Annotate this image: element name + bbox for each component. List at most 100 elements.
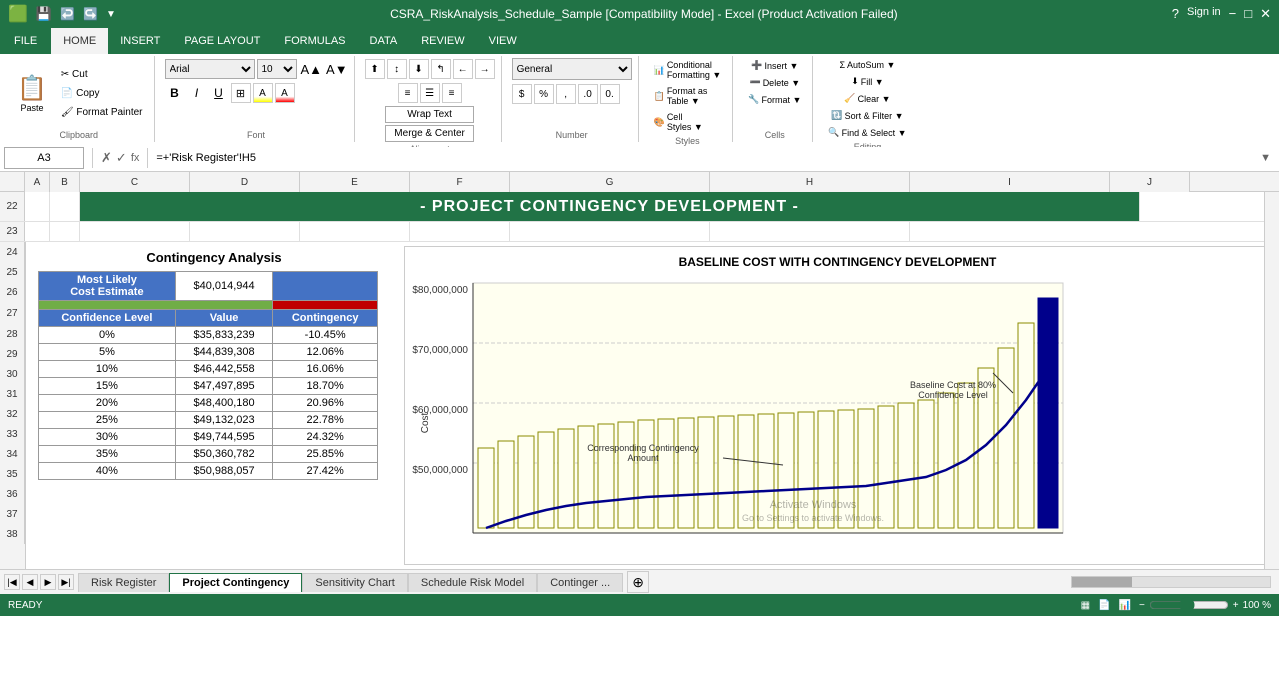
sheet-tab-schedule-risk-model[interactable]: Schedule Risk Model [408,573,537,592]
percent-format-button[interactable]: % [534,84,554,104]
number-format-select[interactable]: General [512,58,632,80]
cut-button[interactable]: ✂ Cut [56,66,148,83]
table-row-25pct[interactable]: 25% $49,132,023 22.78% [39,412,378,429]
zoom-out-button[interactable]: − [1139,600,1145,611]
col-header-g[interactable]: G [510,172,710,192]
tab-first-button[interactable]: |◀ [4,574,20,590]
table-row-40pct[interactable]: 40% $50,988,057 27.42% [39,463,378,480]
indent-increase-button[interactable]: → [475,59,495,79]
cell-d23[interactable] [190,222,300,241]
horizontal-scroll-track[interactable] [1071,576,1271,588]
col-header-e[interactable]: E [300,172,410,192]
view-layout-button[interactable]: 📄 [1098,600,1110,611]
cell-b22[interactable] [50,192,80,221]
increase-decimal-button[interactable]: .0 [578,84,598,104]
bold-button[interactable]: B [165,83,185,103]
font-name-select[interactable]: Arial [165,59,255,79]
tab-insert[interactable]: INSERT [108,28,172,54]
fill-button[interactable]: ⬇ Fill ▼ [846,74,888,89]
merge-center-button[interactable]: Merge & Center [385,125,474,142]
indent-decrease-button[interactable]: ← [453,59,473,79]
view-preview-button[interactable]: 📊 [1119,600,1131,611]
col-header-j[interactable]: J [1110,172,1190,192]
autosum-button[interactable]: Σ AutoSum ▼ [834,58,900,72]
font-size-select[interactable]: 10 [257,59,297,79]
align-right-button[interactable]: ≡ [442,83,462,103]
tab-prev-button[interactable]: ◀ [22,574,38,590]
delete-cells-button[interactable]: ➖ Delete ▼ [744,75,805,90]
align-center-button[interactable]: ☰ [420,83,440,103]
tab-last-button[interactable]: ▶| [58,574,74,590]
cell-reference-box[interactable] [4,147,84,169]
zoom-slider[interactable] [1149,600,1229,610]
col-header-d[interactable]: D [190,172,300,192]
most-likely-value[interactable]: $40,014,944 [175,272,273,301]
cell-g23[interactable] [510,222,710,241]
align-top-button[interactable]: ⬆ [365,59,385,79]
italic-button[interactable]: I [187,83,207,103]
copy-button[interactable]: 📄 Copy [56,85,148,102]
col-header-a[interactable]: A [25,172,50,192]
tab-formulas[interactable]: FORMULAS [272,28,357,54]
conditional-formatting-button[interactable]: 📊 ConditionalFormatting ▼ [649,58,727,82]
font-color-button[interactable]: A [275,83,295,103]
cell-e23[interactable] [300,222,410,241]
sign-in-button[interactable]: Sign in [1187,6,1221,22]
cell-a22[interactable] [25,192,50,221]
decrease-font-size-button[interactable]: A▼ [326,62,348,77]
col-header-b[interactable]: B [50,172,80,192]
find-select-button[interactable]: 🔍 Find & Select ▼ [823,125,911,140]
cell-h23[interactable] [710,222,910,241]
align-bottom-button[interactable]: ⬇ [409,59,429,79]
table-row-0pct[interactable]: 0% $35,833,239 -10.45% [39,327,378,344]
maximize-button[interactable]: □ [1244,6,1252,22]
sheet-tab-sensitivity-chart[interactable]: Sensitivity Chart [302,573,407,592]
tab-data[interactable]: DATA [358,28,410,54]
quick-access-save[interactable]: 💾 [36,6,52,22]
table-row-20pct[interactable]: 20% $48,400,180 20.96% [39,395,378,412]
confirm-formula-button[interactable]: ✓ [116,150,127,166]
tab-file[interactable]: FILE [0,28,51,54]
text-direction-button[interactable]: ↰ [431,59,451,79]
table-row-15pct[interactable]: 15% $47,497,895 18.70% [39,378,378,395]
col-header-f[interactable]: F [410,172,510,192]
horizontal-scroll-thumb[interactable] [1072,577,1132,587]
table-row-30pct[interactable]: 30% $49,744,595 24.32% [39,429,378,446]
vertical-scrollbar[interactable] [1264,192,1279,569]
col-header-i[interactable]: I [910,172,1110,192]
wrap-text-button[interactable]: Wrap Text [385,106,474,123]
cell-c23[interactable] [80,222,190,241]
quick-access-redo[interactable]: ↪️ [83,7,98,21]
borders-button[interactable]: ⊞ [231,83,251,103]
cell-b23[interactable] [50,222,80,241]
formula-input[interactable] [156,147,1252,169]
add-sheet-button[interactable]: ⊕ [627,571,649,593]
align-middle-button[interactable]: ↕ [387,59,407,79]
tab-page-layout[interactable]: PAGE LAYOUT [172,28,272,54]
tab-review[interactable]: REVIEW [409,28,476,54]
sort-filter-button[interactable]: 🔃 Sort & Filter ▼ [826,108,908,123]
zoom-in-button[interactable]: + [1233,600,1239,611]
cell-project-header[interactable]: - PROJECT CONTINGENCY DEVELOPMENT - [80,192,1140,221]
col-header-c[interactable]: C [80,172,190,192]
cell-f23[interactable] [410,222,510,241]
cancel-formula-button[interactable]: ✗ [101,150,112,166]
quick-access-more[interactable]: ▼ [106,9,116,20]
col-header-h[interactable]: H [710,172,910,192]
format-cells-button[interactable]: 🔧 Format ▼ [743,92,806,107]
close-button[interactable]: ✕ [1260,6,1271,22]
cell-a23[interactable] [25,222,50,241]
comma-format-button[interactable]: , [556,84,576,104]
table-row-5pct[interactable]: 5% $44,839,308 12.06% [39,344,378,361]
quick-access-undo[interactable]: ↩️ [60,7,75,21]
table-row-35pct[interactable]: 35% $50,360,782 25.85% [39,446,378,463]
sheet-tab-continger[interactable]: Continger ... [537,573,623,592]
insert-cells-button[interactable]: ➕ Insert ▼ [746,58,803,73]
accounting-format-button[interactable]: $ [512,84,532,104]
tab-next-button[interactable]: ▶ [40,574,56,590]
fill-color-button[interactable]: A [253,83,273,103]
help-button[interactable]: ? [1172,6,1179,22]
tab-home[interactable]: HOME [51,28,108,54]
paste-button[interactable]: 📋 Paste [10,58,54,128]
insert-function-button[interactable]: fx [131,152,140,164]
